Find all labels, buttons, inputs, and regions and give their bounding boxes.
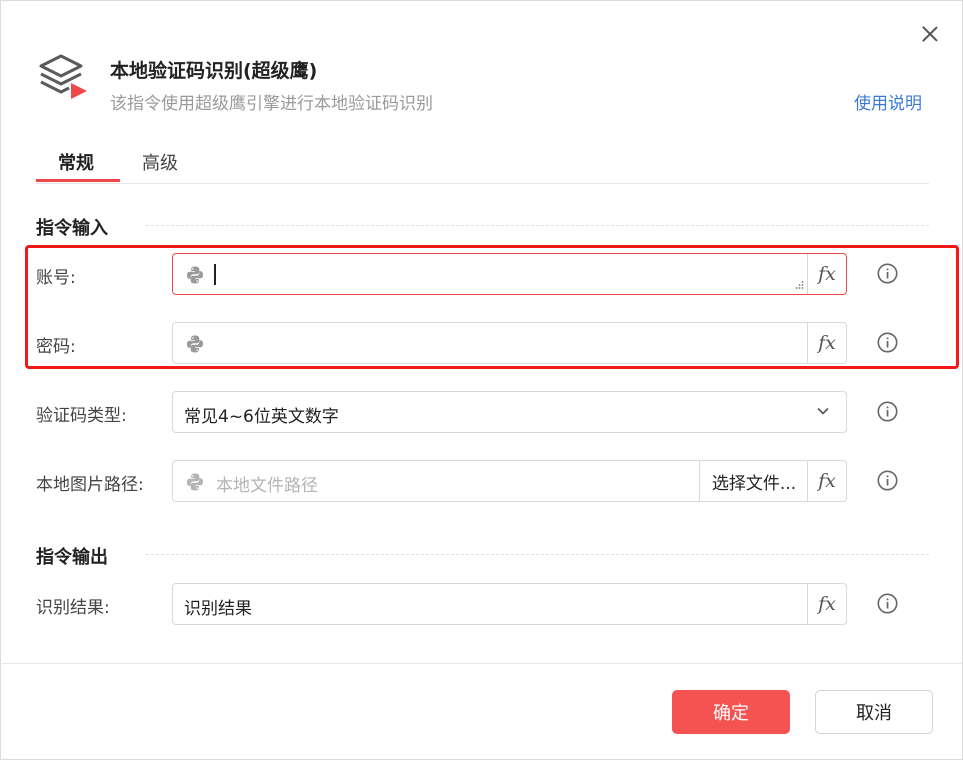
- captcha-type-select[interactable]: 常见4~6位英文数字: [172, 391, 847, 433]
- image-path-label: 本地图片路径:: [36, 475, 144, 495]
- confirm-button[interactable]: 确定: [672, 690, 790, 734]
- captcha-type-label: 验证码类型:: [36, 406, 127, 426]
- dialog: 本地验证码识别(超级鹰) 该指令使用超级鹰引擎进行本地验证码识别 使用说明 常规…: [0, 0, 963, 760]
- layers-play-icon: [39, 54, 87, 99]
- section-title-output: 指令输出: [36, 547, 108, 568]
- captcha-type-value: 常见4~6位英文数字: [184, 407, 339, 427]
- info-circle-icon[interactable]: [877, 332, 898, 353]
- tab-general[interactable]: 常规: [58, 149, 94, 175]
- fx-button[interactable]: fx: [807, 254, 846, 294]
- choose-file-button[interactable]: 选择文件...: [699, 461, 808, 501]
- section-title-input: 指令输入: [36, 218, 108, 239]
- info-circle-icon[interactable]: [877, 401, 898, 422]
- password-input[interactable]: fx: [172, 322, 847, 364]
- dialog-subtitle: 该指令使用超级鹰引擎进行本地验证码识别: [110, 94, 433, 114]
- info-circle-icon[interactable]: [877, 470, 898, 491]
- active-tab-indicator: [36, 179, 120, 182]
- password-label: 密码:: [36, 337, 76, 357]
- fx-button[interactable]: fx: [807, 461, 846, 501]
- section-divider: [146, 554, 929, 555]
- result-value: 识别结果: [184, 599, 252, 619]
- info-circle-icon[interactable]: [877, 593, 898, 614]
- fx-button[interactable]: fx: [807, 323, 846, 363]
- result-label: 识别结果:: [36, 598, 110, 618]
- dialog-title: 本地验证码识别(超级鹰): [110, 60, 318, 82]
- text-caret: [214, 264, 216, 285]
- chevron-down-icon: [817, 407, 829, 415]
- footer-divider: [2, 663, 962, 664]
- help-link[interactable]: 使用说明: [854, 89, 922, 114]
- fx-button[interactable]: fx: [807, 584, 846, 624]
- close-icon[interactable]: [919, 23, 941, 45]
- cancel-button[interactable]: 取消: [815, 690, 933, 734]
- account-label: 账号:: [36, 268, 76, 288]
- python-icon: [187, 335, 203, 353]
- info-circle-icon[interactable]: [877, 263, 898, 284]
- tab-advanced[interactable]: 高级: [142, 149, 178, 175]
- python-icon: [187, 473, 203, 491]
- section-divider: [146, 225, 929, 226]
- python-icon: [187, 266, 203, 284]
- image-path-input[interactable]: 本地文件路径 选择文件... fx: [172, 460, 847, 502]
- resize-handle-icon[interactable]: [794, 280, 804, 290]
- tabs-divider: [36, 183, 929, 184]
- account-input[interactable]: fx: [172, 253, 847, 295]
- image-path-placeholder: 本地文件路径: [216, 476, 318, 496]
- result-input[interactable]: 识别结果 fx: [172, 583, 847, 625]
